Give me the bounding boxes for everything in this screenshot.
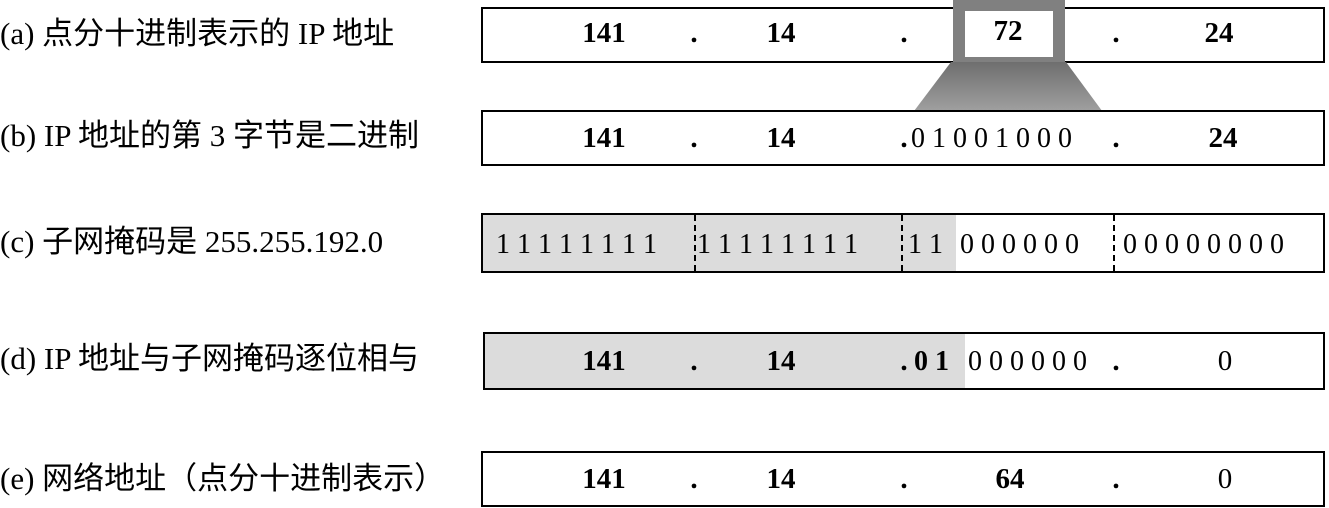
row-c-label: (c) 子网掩码是 255.255.192.0 bbox=[0, 224, 384, 259]
row-b-octet-3-binary: 0 1 0 0 1 0 0 0 bbox=[911, 123, 1072, 154]
row-d-label: (d) IP 地址与子网掩码逐位相与 bbox=[0, 341, 420, 376]
row-a-octet-3: 72 bbox=[993, 15, 1023, 47]
row-b-octet-1: 141 bbox=[582, 122, 626, 154]
row-e-dot-1: . bbox=[690, 463, 698, 495]
row-c-divider-1 bbox=[694, 215, 696, 271]
row-e-dot-2: . bbox=[900, 463, 908, 495]
row-b-octet-2: 14 bbox=[766, 122, 796, 154]
row-e-octet-4: 0 bbox=[1217, 463, 1233, 495]
row-d-octet-3-network-bits: 0 1 bbox=[914, 346, 949, 377]
row-b-dot-3: . bbox=[1112, 122, 1120, 154]
row-b-dot-1: . bbox=[690, 122, 698, 154]
row-e-dot-3: . bbox=[1112, 463, 1120, 495]
row-d-octet-2: 14 bbox=[766, 345, 796, 377]
row-d-network-shade bbox=[485, 334, 965, 388]
row-b-box: 141 . 14 . 0 1 0 0 1 0 0 0 . 24 bbox=[481, 110, 1325, 166]
row-c-byte-1: 1 1 1 1 1 1 1 1 bbox=[496, 229, 657, 260]
row-d-octet-4: 0 bbox=[1217, 345, 1233, 377]
row-e-octet-1: 141 bbox=[582, 463, 626, 495]
row-c-byte-3-ones: 1 1 bbox=[908, 229, 943, 260]
row-d-dot-3: . bbox=[1112, 345, 1120, 377]
row-d-dot-1: . bbox=[690, 345, 698, 377]
row-d-box: 141 . 14 . 0 1 0 0 0 0 0 0 . 0 bbox=[483, 332, 1325, 390]
row-d-dot-2: . bbox=[900, 345, 908, 377]
row-d-octet-3-host-bits: 0 0 0 0 0 0 bbox=[968, 346, 1087, 377]
row-c-divider-2 bbox=[901, 215, 903, 271]
row-e-octet-2: 14 bbox=[766, 463, 796, 495]
row-e-label: (e) 网络地址（点分十进制表示） bbox=[0, 461, 446, 496]
row-b-label: (b) IP 地址的第 3 字节是二进制 bbox=[0, 118, 420, 153]
row-c-box: 1 1 1 1 1 1 1 1 1 1 1 1 1 1 1 1 1 1 0 0 … bbox=[481, 213, 1325, 273]
row-e-octet-3: 64 bbox=[995, 463, 1025, 495]
row-b-dot-2: . bbox=[900, 122, 908, 154]
row-b-octet-4: 24 bbox=[1208, 122, 1238, 154]
row-d-octet-1: 141 bbox=[582, 345, 626, 377]
row-c-byte-4: 0 0 0 0 0 0 0 0 bbox=[1123, 229, 1284, 260]
row-c-byte-3-zeros: 0 0 0 0 0 0 bbox=[960, 229, 1079, 260]
row-c-byte-2: 1 1 1 1 1 1 1 1 bbox=[697, 229, 858, 260]
row-c-divider-3 bbox=[1113, 215, 1115, 271]
row-e-box: 141 . 14 . 64 . 0 bbox=[481, 451, 1325, 507]
